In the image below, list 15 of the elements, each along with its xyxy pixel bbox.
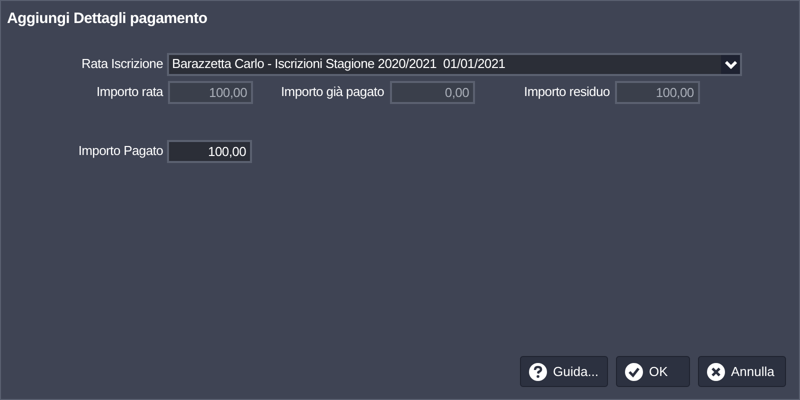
field-label: Importo residuo bbox=[524, 83, 610, 102]
field-label: Importo rata bbox=[96, 84, 163, 100]
field-label: Importo già pagato bbox=[281, 83, 384, 102]
close-icon bbox=[707, 362, 725, 380]
field-label: Rata Iscrizione bbox=[82, 56, 163, 72]
help-icon bbox=[529, 362, 547, 380]
window-title: Aggiungi Dettagli pagamento bbox=[6, 9, 208, 29]
input-field[interactable]: 100,00 bbox=[167, 140, 252, 162]
field-label: Importo Pagato bbox=[78, 143, 163, 158]
dialog-button[interactable]: OK bbox=[616, 356, 690, 387]
chevron-down-icon bbox=[724, 60, 736, 68]
dialog-button[interactable]: Annulla bbox=[698, 356, 786, 387]
check-icon bbox=[625, 362, 643, 380]
dialog-button[interactable]: Guida... bbox=[520, 356, 608, 387]
select-field[interactable]: Barazzetta Carlo - Iscrizioni Stagione 2020/2021 01/01/2021 bbox=[167, 52, 742, 76]
